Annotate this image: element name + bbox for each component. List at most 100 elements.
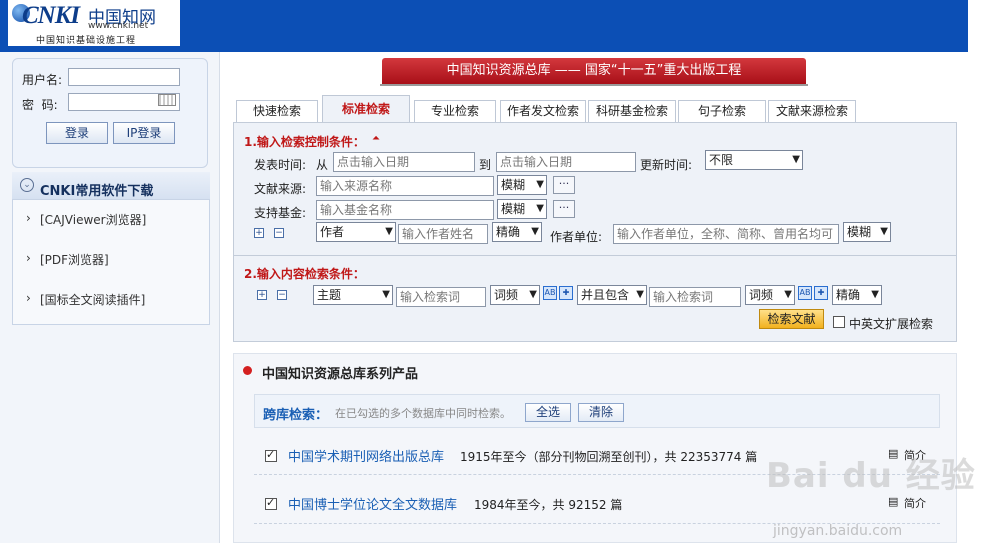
- logic-value: 并且包含: [581, 288, 630, 302]
- update-time-value: 不限: [709, 153, 734, 167]
- software-title: CNKI常用软件下载: [40, 184, 154, 199]
- keyword-input-2[interactable]: 输入检索词: [649, 287, 741, 307]
- freq-select-2[interactable]: 词频 ▼: [745, 285, 795, 305]
- remove-row-icon[interactable]: −: [274, 228, 284, 238]
- author-unit-label: 作者单位:: [550, 230, 603, 244]
- db-intro-doctoral[interactable]: 简介: [904, 495, 926, 511]
- tab-quick-search[interactable]: 快速检索: [236, 100, 318, 122]
- chevron-down-icon: ▼: [880, 226, 888, 237]
- fund-label: 支持基金:: [254, 206, 307, 220]
- db-checkbox-journal[interactable]: [265, 448, 277, 462]
- cross-db-hint: 在已勾选的多个数据库中同时检索。: [335, 407, 511, 420]
- fund-match-select[interactable]: 模糊 ▼: [497, 199, 547, 219]
- word-frequency-icon[interactable]: AB: [798, 286, 812, 300]
- chevron-down-icon: ▼: [536, 203, 544, 214]
- list-bullet-icon: ›: [26, 291, 31, 305]
- fund-more-button[interactable]: ···: [553, 200, 575, 218]
- logo-mark: CNKI: [22, 2, 80, 29]
- word-frequency-icon[interactable]: AB: [543, 286, 557, 300]
- content-field-value: 主题: [317, 288, 342, 302]
- control-section-title: 1.输入检索控制条件：: [244, 135, 365, 149]
- source-label: 文献来源:: [254, 182, 307, 196]
- username-label: 用户名:: [22, 73, 63, 87]
- fund-match-value: 模糊: [501, 202, 526, 216]
- chevron-down-icon: ▼: [536, 179, 544, 190]
- keyboard-icon[interactable]: [158, 94, 176, 106]
- freq-value-1: 词频: [494, 288, 519, 302]
- content-section-title: 2.输入内容检索条件：: [244, 267, 365, 281]
- cn-en-expand-label: 中英文扩展检索: [849, 317, 934, 331]
- tab-source-search[interactable]: 文献来源检索: [768, 100, 856, 122]
- list-bullet-icon: ›: [26, 251, 31, 265]
- chevron-down-icon: ▼: [531, 226, 539, 237]
- tab-professional-search[interactable]: 专业检索: [414, 100, 496, 122]
- collapse-arrow-icon[interactable]: ⏶: [372, 133, 380, 144]
- date-to-input[interactable]: 点击输入日期: [496, 152, 636, 172]
- add-row-icon[interactable]: +: [254, 228, 264, 238]
- password-label: 密 码:: [22, 98, 58, 112]
- keyword-input-1[interactable]: 输入检索词: [396, 287, 486, 307]
- logo-slogan: 中国知识基础设施工程: [36, 36, 137, 46]
- add-row-icon[interactable]: +: [257, 290, 267, 300]
- author-match-select[interactable]: 精确 ▼: [492, 222, 542, 242]
- db-link-doctoral[interactable]: 中国博士学位论文全文数据库: [288, 494, 457, 513]
- software-item-gb-plugin[interactable]: [国标全文阅读插件]: [40, 291, 145, 308]
- author-field-select[interactable]: 作者 ▼: [316, 222, 396, 242]
- unit-match-select[interactable]: 模糊 ▼: [843, 222, 891, 242]
- chevron-down-icon[interactable]: ⌄: [20, 178, 34, 192]
- select-all-button[interactable]: 全选: [525, 403, 571, 422]
- date-from-input[interactable]: 点击输入日期: [333, 152, 475, 172]
- author-unit-input[interactable]: 输入作者单位，全称、简称、曾用名均可: [613, 224, 839, 244]
- logic-select[interactable]: 并且包含 ▼: [577, 285, 647, 305]
- source-input[interactable]: 输入来源名称: [316, 176, 494, 196]
- content-field-select[interactable]: 主题 ▼: [313, 285, 393, 305]
- update-time-select[interactable]: 不限 ▼: [705, 150, 803, 170]
- cnki-logo[interactable]: CNKI 中国知网 www.cnki.net 中国知识基础设施工程: [8, 0, 180, 46]
- chevron-down-icon: ▼: [792, 154, 800, 165]
- chevron-down-icon: ▼: [529, 289, 537, 300]
- chevron-down-icon: ▼: [871, 289, 879, 300]
- db-checkbox-doctoral[interactable]: [265, 496, 277, 510]
- to-label: 到: [479, 158, 492, 172]
- author-field-value: 作者: [320, 225, 345, 239]
- db-link-journal[interactable]: 中国学术期刊网络出版总库: [288, 446, 444, 465]
- expand-terms-icon[interactable]: ✚: [814, 286, 828, 300]
- chevron-down-icon: ▼: [784, 289, 792, 300]
- update-time-label: 更新时间:: [640, 158, 693, 172]
- freq-value-2: 词频: [749, 288, 774, 302]
- baidu-watermark: Bai du 经验: [766, 456, 976, 496]
- tab-sentence-search[interactable]: 句子检索: [678, 100, 766, 122]
- products-title: 中国知识资源总库系列产品: [262, 367, 419, 382]
- tab-fund-search[interactable]: 科研基金检索: [588, 100, 676, 122]
- location-pin-icon: [243, 366, 252, 375]
- remove-row-icon[interactable]: −: [277, 290, 287, 300]
- section-divider: [233, 255, 957, 256]
- fund-input[interactable]: 输入基金名称: [316, 200, 494, 220]
- author-match-value: 精确: [496, 225, 521, 239]
- content-match-value: 精确: [836, 288, 861, 302]
- author-name-input[interactable]: 输入作者姓名: [398, 224, 488, 244]
- tab-standard-search[interactable]: 标准检索: [322, 95, 410, 123]
- chevron-down-icon: ▼: [385, 226, 393, 237]
- banner-shadow: [380, 84, 808, 86]
- pub-time-label: 发表时间:: [254, 158, 307, 172]
- source-match-value: 模糊: [501, 178, 526, 192]
- software-item-cajviewer[interactable]: [CAJViewer浏览器]: [40, 211, 146, 228]
- unit-match-value: 模糊: [847, 225, 872, 239]
- content-match-select[interactable]: 精确 ▼: [832, 285, 882, 305]
- db-desc-doctoral: 1984年至今，共 92152 篇: [474, 498, 623, 512]
- tab-author-search[interactable]: 作者发文检索: [500, 100, 586, 122]
- source-more-button[interactable]: ···: [553, 176, 575, 194]
- expand-terms-icon[interactable]: ✚: [559, 286, 573, 300]
- cross-db-label: 跨库检索：: [263, 408, 329, 423]
- software-item-pdf[interactable]: [PDF浏览器]: [40, 251, 109, 268]
- clear-button[interactable]: 清除: [578, 403, 624, 422]
- ip-login-button[interactable]: IP登录: [113, 122, 175, 144]
- list-bullet-icon: ›: [26, 211, 31, 225]
- search-button[interactable]: 检索文献: [759, 309, 824, 329]
- login-button[interactable]: 登录: [46, 122, 108, 144]
- username-input[interactable]: [68, 68, 180, 86]
- cn-en-expand-checkbox[interactable]: [833, 316, 845, 328]
- freq-select-1[interactable]: 词频 ▼: [490, 285, 540, 305]
- source-match-select[interactable]: 模糊 ▼: [497, 175, 547, 195]
